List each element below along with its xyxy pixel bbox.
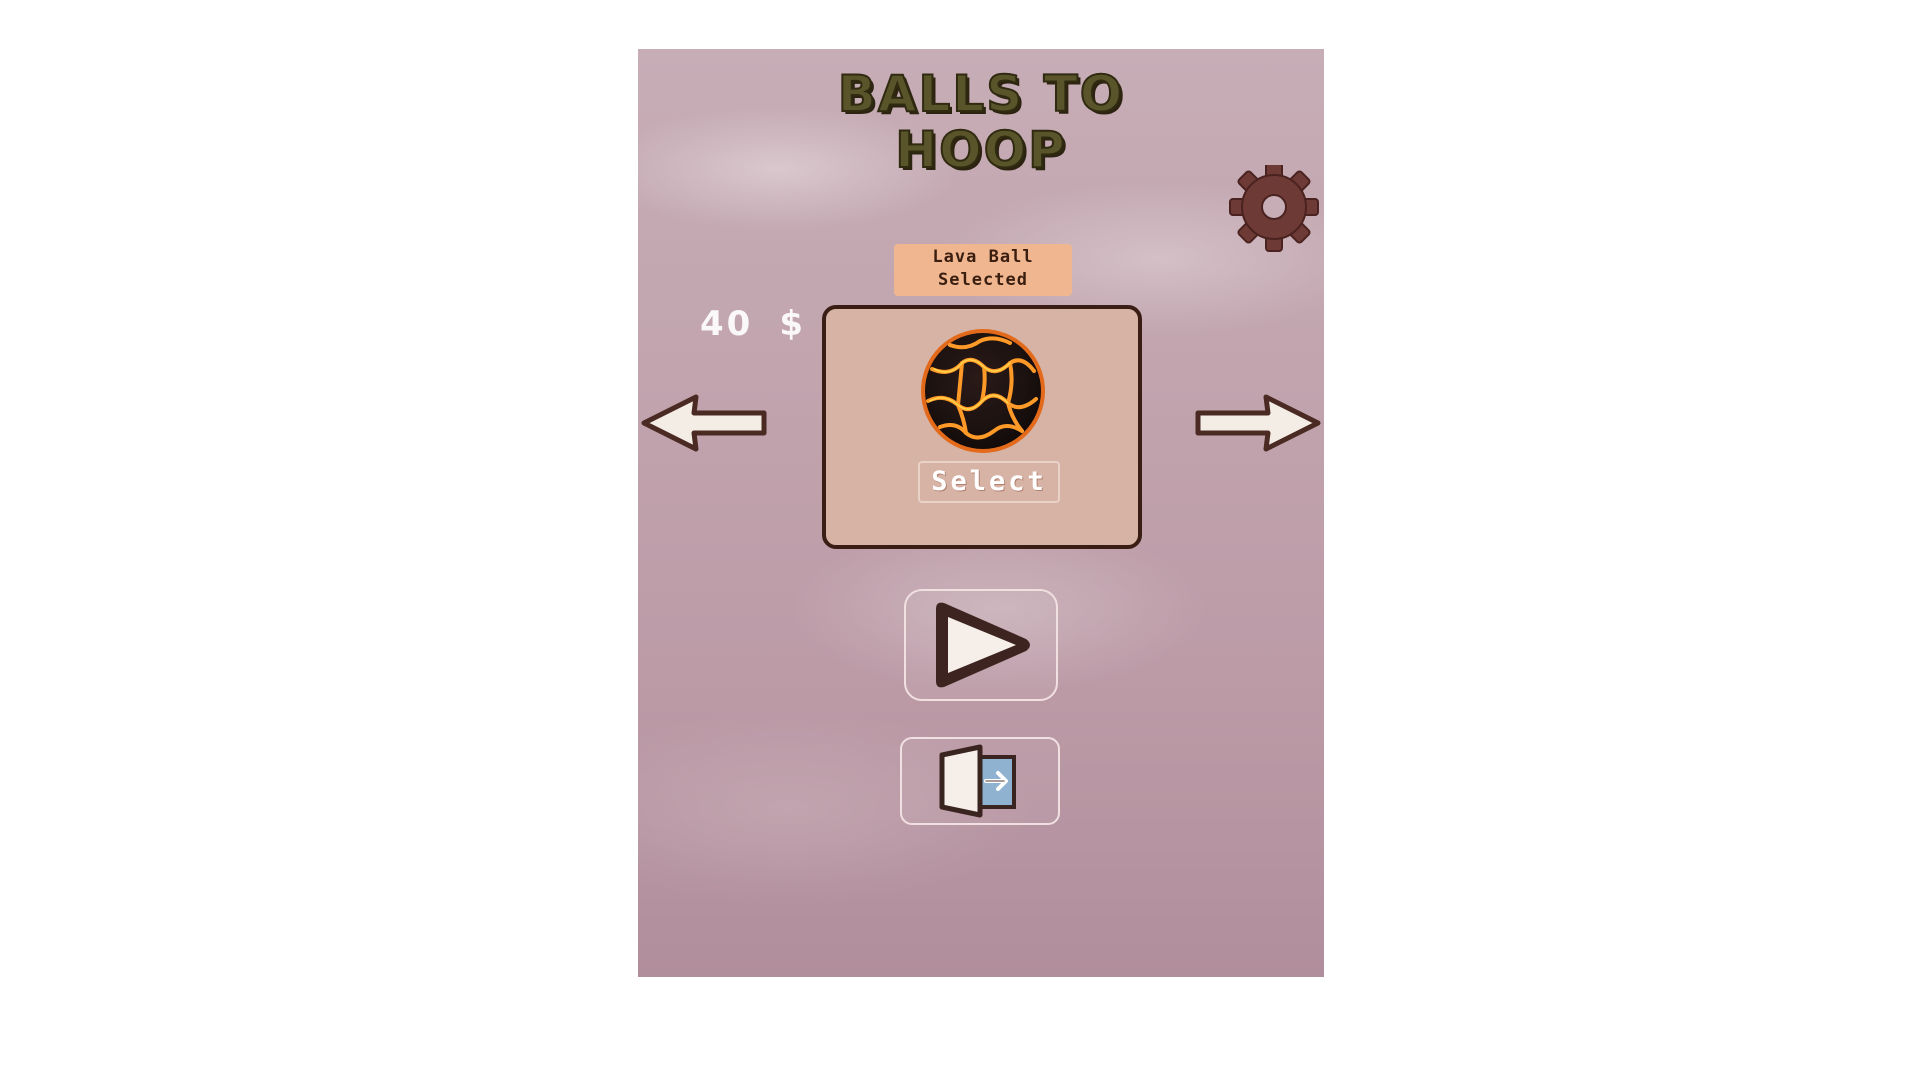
play-button[interactable] (904, 589, 1058, 701)
arrow-left-icon[interactable] (638, 393, 770, 453)
exit-door-icon (939, 744, 1016, 818)
coin-amount: 40 (700, 304, 754, 344)
lava-ball-icon (921, 329, 1045, 453)
badge-selected-text: Selected (938, 270, 1028, 290)
selected-ball-badge: Lava Ball Selected (894, 244, 1072, 296)
coin-balance: 40 $ (700, 304, 806, 344)
badge-ball-name: Lava Ball (932, 247, 1034, 267)
game-title-line1: BALLS TO (837, 64, 1125, 124)
ball-preview-card: Select (822, 305, 1142, 549)
select-ball-button[interactable]: Select (918, 461, 1060, 503)
play-icon (936, 602, 1030, 688)
gear-icon[interactable] (1216, 165, 1324, 255)
exit-button[interactable] (900, 737, 1060, 825)
game-screen: BALLS TO HOOP 40 $ Lava Ball Selected Se… (638, 49, 1324, 977)
arrow-right-icon[interactable] (1194, 393, 1324, 453)
currency-symbol: $ (779, 304, 806, 344)
